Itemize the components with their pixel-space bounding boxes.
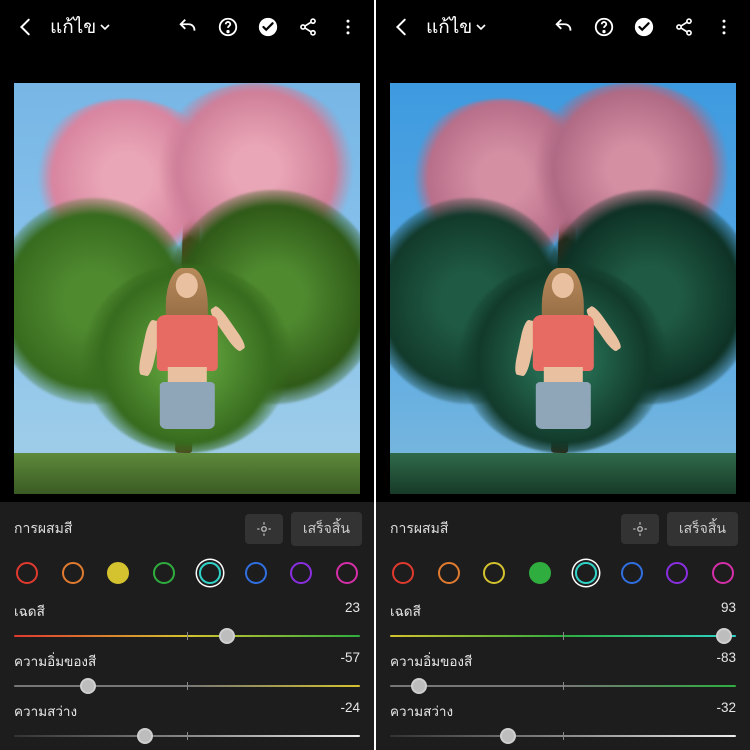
slider-value: -57 bbox=[340, 650, 360, 672]
color-swatch-0[interactable] bbox=[392, 562, 414, 584]
help-icon[interactable] bbox=[208, 7, 248, 47]
back-icon[interactable] bbox=[6, 7, 46, 47]
topbar: แก้ไข bbox=[0, 0, 374, 53]
color-mix-controls: การผสมสี เสร็จสิ้น เฉดสี 93 ความอิ่มของสี -… bbox=[376, 502, 750, 750]
target-adjust-button[interactable] bbox=[621, 514, 659, 544]
slider-thumb[interactable] bbox=[80, 678, 96, 694]
color-swatch-4[interactable] bbox=[199, 562, 221, 584]
color-swatch-6[interactable] bbox=[290, 562, 312, 584]
slider-track[interactable] bbox=[390, 678, 736, 694]
slider-label: เฉดสี bbox=[390, 600, 421, 622]
title-text: แก้ไข bbox=[426, 12, 472, 42]
color-swatch-3[interactable] bbox=[153, 562, 175, 584]
sliders: เฉดสี 93 ความอิ่มของสี -83 ความสว่าง -32 bbox=[376, 596, 750, 746]
confirm-icon[interactable] bbox=[624, 7, 664, 47]
slider-value: -32 bbox=[716, 700, 736, 722]
slider-row: ความสว่าง -32 bbox=[376, 696, 750, 746]
slider-label: ความสว่าง bbox=[390, 700, 453, 722]
topbar: แก้ไข bbox=[376, 0, 750, 53]
page-title[interactable]: แก้ไข bbox=[50, 12, 110, 42]
slider-thumb[interactable] bbox=[219, 628, 235, 644]
editor-panel-left: แก้ไข bbox=[0, 0, 374, 750]
color-swatch-7[interactable] bbox=[712, 562, 734, 584]
slider-row: ความอิ่มของสี -57 bbox=[0, 646, 374, 696]
photo-preview[interactable] bbox=[390, 83, 736, 494]
target-adjust-button[interactable] bbox=[245, 514, 283, 544]
slider-track[interactable] bbox=[14, 728, 360, 744]
color-swatch-7[interactable] bbox=[336, 562, 358, 584]
slider-value: -24 bbox=[340, 700, 360, 722]
slider-track[interactable] bbox=[14, 678, 360, 694]
slider-label: ความอิ่มของสี bbox=[14, 650, 96, 672]
slider-track[interactable] bbox=[390, 628, 736, 644]
section-label: การผสมสี bbox=[390, 518, 613, 540]
slider-label: เฉดสี bbox=[14, 600, 45, 622]
slider-row: เฉดสี 23 bbox=[0, 596, 374, 646]
chevron-down-icon bbox=[100, 22, 110, 32]
color-swatch-2[interactable] bbox=[107, 562, 129, 584]
done-button[interactable]: เสร็จสิ้น bbox=[667, 512, 738, 546]
slider-value: 23 bbox=[345, 600, 360, 622]
slider-thumb[interactable] bbox=[716, 628, 732, 644]
color-swatch-1[interactable] bbox=[438, 562, 460, 584]
slider-row: เฉดสี 93 bbox=[376, 596, 750, 646]
more-icon[interactable] bbox=[328, 7, 368, 47]
help-icon[interactable] bbox=[584, 7, 624, 47]
slider-label: ความอิ่มของสี bbox=[390, 650, 472, 672]
share-icon[interactable] bbox=[664, 7, 704, 47]
slider-row: ความอิ่มของสี -83 bbox=[376, 646, 750, 696]
slider-thumb[interactable] bbox=[137, 728, 153, 744]
editor-panel-right: แก้ไข bbox=[376, 0, 750, 750]
slider-value: 93 bbox=[721, 600, 736, 622]
color-swatch-6[interactable] bbox=[666, 562, 688, 584]
chevron-down-icon bbox=[476, 22, 486, 32]
share-icon[interactable] bbox=[288, 7, 328, 47]
photo-preview[interactable] bbox=[14, 83, 360, 494]
page-title[interactable]: แก้ไข bbox=[426, 12, 486, 42]
color-mix-controls: การผสมสี เสร็จสิ้น เฉดสี 23 ความอิ่มของสี -… bbox=[0, 502, 374, 750]
color-swatch-5[interactable] bbox=[245, 562, 267, 584]
back-icon[interactable] bbox=[382, 7, 422, 47]
section-label: การผสมสี bbox=[14, 518, 237, 540]
sliders: เฉดสี 23 ความอิ่มของสี -57 ความสว่าง -24 bbox=[0, 596, 374, 746]
slider-row: ความสว่าง -24 bbox=[0, 696, 374, 746]
undo-icon[interactable] bbox=[544, 7, 584, 47]
more-icon[interactable] bbox=[704, 7, 744, 47]
undo-icon[interactable] bbox=[168, 7, 208, 47]
slider-track[interactable] bbox=[390, 728, 736, 744]
slider-track[interactable] bbox=[14, 628, 360, 644]
color-swatch-1[interactable] bbox=[62, 562, 84, 584]
color-swatch-3[interactable] bbox=[529, 562, 551, 584]
color-swatch-2[interactable] bbox=[483, 562, 505, 584]
done-button[interactable]: เสร็จสิ้น bbox=[291, 512, 362, 546]
color-swatches bbox=[0, 552, 374, 596]
confirm-icon[interactable] bbox=[248, 7, 288, 47]
slider-thumb[interactable] bbox=[500, 728, 516, 744]
title-text: แก้ไข bbox=[50, 12, 96, 42]
color-swatches bbox=[376, 552, 750, 596]
color-swatch-5[interactable] bbox=[621, 562, 643, 584]
color-swatch-0[interactable] bbox=[16, 562, 38, 584]
slider-value: -83 bbox=[716, 650, 736, 672]
color-swatch-4[interactable] bbox=[575, 562, 597, 584]
slider-label: ความสว่าง bbox=[14, 700, 77, 722]
slider-thumb[interactable] bbox=[411, 678, 427, 694]
